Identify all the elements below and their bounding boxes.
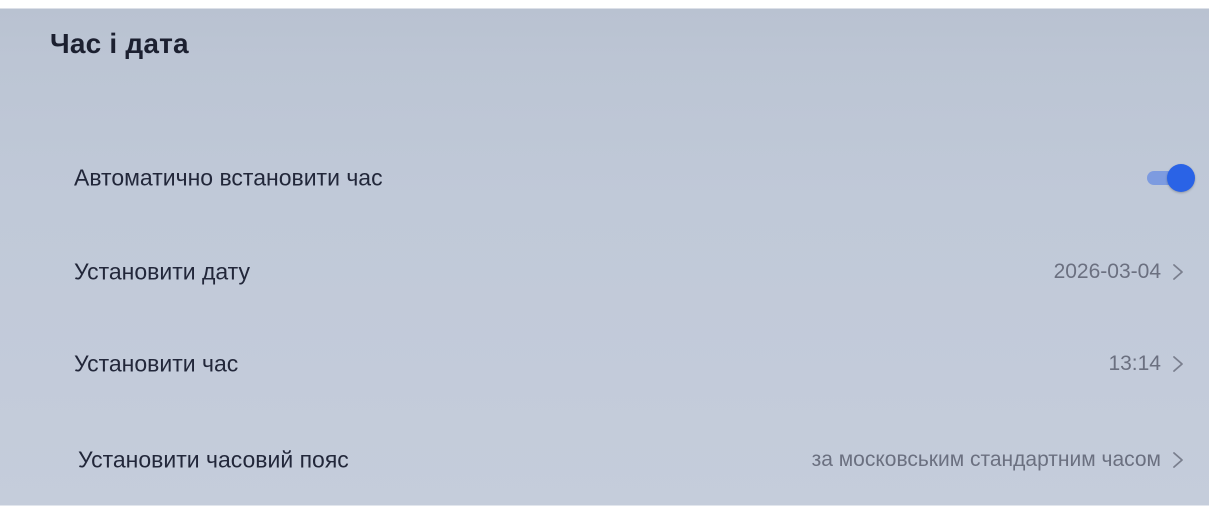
time-date-settings-screen: Час і дата Автоматично встановити час Ус… (0, 0, 1209, 527)
set-time-row[interactable]: Установити час 13:14 (0, 334, 1209, 394)
set-time-value-group: 13:14 (1108, 352, 1185, 376)
chevron-right-icon (1171, 355, 1185, 373)
set-time-value: 13:14 (1108, 352, 1161, 375)
auto-time-label: Автоматично встановити час (74, 164, 383, 191)
set-date-label: Установити дату (74, 258, 250, 285)
set-timezone-label: Установити часовий пояс (78, 446, 349, 473)
set-date-value-group: 2026-03-04 (1054, 260, 1185, 284)
auto-time-toggle[interactable] (1147, 164, 1195, 192)
auto-time-row[interactable]: Автоматично встановити час (0, 148, 1209, 208)
set-date-row[interactable]: Установити дату 2026-03-04 (0, 242, 1209, 302)
page-title: Час і дата (50, 28, 189, 59)
set-time-label: Установити час (74, 350, 239, 377)
set-timezone-value: за московським стандартним часом (811, 448, 1161, 471)
chevron-right-icon (1171, 451, 1185, 469)
toggle-knob (1167, 164, 1195, 192)
set-timezone-row[interactable]: Установити часовий пояс за московським с… (0, 430, 1209, 490)
chevron-right-icon (1171, 263, 1185, 281)
set-date-value: 2026-03-04 (1053, 260, 1161, 283)
set-timezone-value-group: за московським стандартним часом (812, 448, 1185, 472)
